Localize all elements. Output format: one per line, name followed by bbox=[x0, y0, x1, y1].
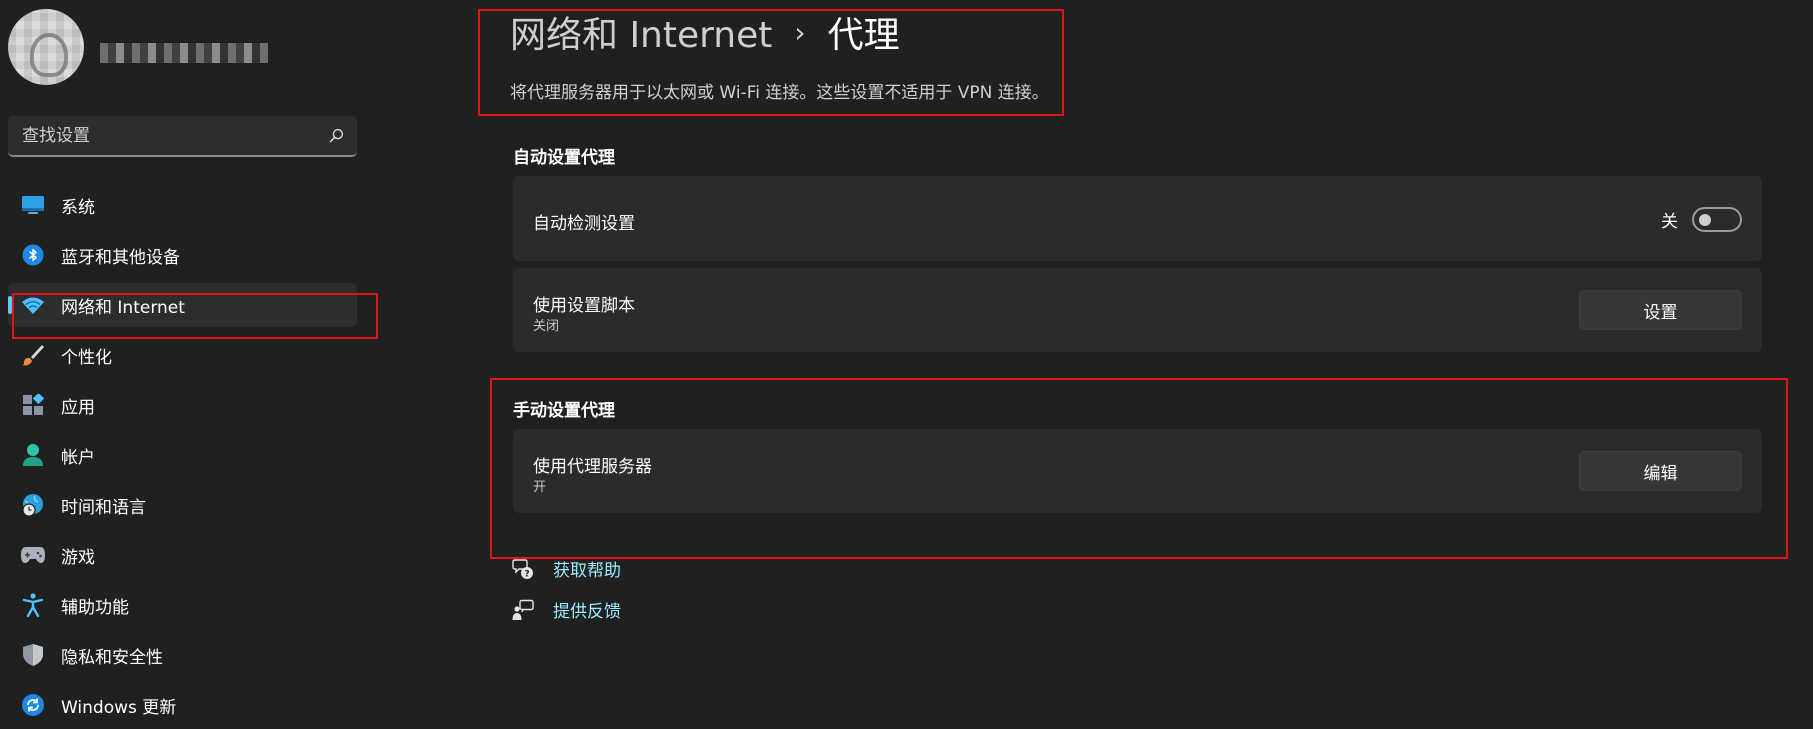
breadcrumb: 网络和 Internet › 代理 bbox=[510, 8, 1049, 56]
sidebar-item-label: 网络和 Internet bbox=[61, 297, 185, 318]
sidebar-item-bluetooth[interactable]: 蓝牙和其他设备 bbox=[8, 233, 357, 277]
search-box[interactable] bbox=[8, 116, 357, 157]
breadcrumb-separator: › bbox=[794, 15, 806, 49]
help-chat-icon: ? bbox=[512, 558, 534, 580]
sidebar-item-label: 帐户 bbox=[61, 447, 95, 468]
setup-script-button[interactable]: 设置 bbox=[1579, 290, 1742, 330]
sidebar-item-label: Windows 更新 bbox=[61, 697, 177, 718]
update-icon bbox=[20, 692, 46, 718]
globe-clock-icon bbox=[20, 492, 46, 518]
wifi-icon bbox=[20, 292, 46, 318]
auto-detect-label: 自动检测设置 bbox=[533, 214, 635, 234]
sidebar-item-privacy-security[interactable]: 隐私和安全性 bbox=[8, 633, 357, 677]
breadcrumb-parent[interactable]: 网络和 Internet bbox=[510, 6, 772, 58]
sidebar-item-label: 隐私和安全性 bbox=[61, 647, 163, 668]
sidebar-item-accounts[interactable]: 帐户 bbox=[8, 433, 357, 477]
sidebar-item-personalization[interactable]: 个性化 bbox=[8, 333, 357, 377]
search-icon[interactable] bbox=[327, 127, 345, 145]
page-header: 网络和 Internet › 代理 将代理服务器用于以太网或 Wi-Fi 连接。… bbox=[510, 8, 1049, 103]
auto-detect-settings-card: 自动检测设置 关 bbox=[513, 176, 1762, 261]
sidebar-item-label: 系统 bbox=[61, 197, 95, 218]
sidebar-item-system[interactable]: 系统 bbox=[8, 183, 357, 227]
section-title-auto-proxy: 自动设置代理 bbox=[513, 148, 615, 168]
brush-icon bbox=[20, 342, 46, 368]
get-help-link-row[interactable]: ? 获取帮助 bbox=[512, 556, 621, 581]
sidebar-item-label: 辅助功能 bbox=[61, 597, 129, 618]
accessibility-icon bbox=[20, 592, 46, 618]
apps-icon bbox=[20, 392, 46, 418]
feedback-link[interactable]: 提供反馈 bbox=[553, 597, 621, 622]
sidebar-item-accessibility[interactable]: 辅助功能 bbox=[8, 583, 357, 627]
auto-detect-toggle[interactable] bbox=[1692, 207, 1742, 232]
toggle-state-label: 关 bbox=[1661, 212, 1678, 232]
sidebar-nav: 系统 蓝牙和其他设备 网络和 Internet 个性化 应用 帐户 时间和语言 … bbox=[8, 183, 357, 729]
sidebar-item-gaming[interactable]: 游戏 bbox=[8, 533, 357, 577]
sidebar-item-windows-update[interactable]: Windows 更新 bbox=[8, 683, 357, 727]
setup-script-status: 关闭 bbox=[533, 319, 560, 334]
setup-script-label: 使用设置脚本 bbox=[533, 296, 635, 316]
account-icon bbox=[20, 442, 46, 468]
setup-script-card: 使用设置脚本 关闭 设置 bbox=[513, 268, 1762, 352]
section-title-manual-proxy: 手动设置代理 bbox=[513, 401, 615, 421]
sidebar-item-label: 时间和语言 bbox=[61, 497, 146, 518]
page-title: 代理 bbox=[827, 15, 900, 56]
sidebar-item-time-language[interactable]: 时间和语言 bbox=[8, 483, 357, 527]
sidebar-item-label: 蓝牙和其他设备 bbox=[61, 247, 180, 268]
sidebar-item-network[interactable]: 网络和 Internet bbox=[8, 283, 357, 327]
toggle-knob bbox=[1699, 214, 1711, 226]
sidebar-item-label: 个性化 bbox=[61, 347, 112, 368]
settings-window: 系统 蓝牙和其他设备 网络和 Internet 个性化 应用 bbox=[0, 0, 1813, 729]
system-display-icon bbox=[20, 192, 46, 218]
gamepad-icon bbox=[20, 542, 46, 568]
proxy-server-card: 使用代理服务器 开 编辑 bbox=[513, 429, 1762, 513]
sidebar-item-label: 应用 bbox=[61, 397, 95, 418]
feedback-icon bbox=[512, 599, 534, 621]
user-name-redacted bbox=[100, 37, 268, 69]
edit-proxy-button[interactable]: 编辑 bbox=[1579, 451, 1742, 491]
sidebar-item-apps[interactable]: 应用 bbox=[8, 383, 357, 427]
feedback-link-row[interactable]: 提供反馈 bbox=[512, 597, 621, 622]
bluetooth-icon bbox=[20, 242, 46, 268]
auto-detect-toggle-group: 关 bbox=[1661, 207, 1742, 232]
search-input[interactable] bbox=[20, 124, 327, 147]
avatar bbox=[8, 9, 84, 85]
svg-text:?: ? bbox=[524, 569, 529, 579]
shield-icon bbox=[20, 642, 46, 668]
proxy-server-status: 开 bbox=[533, 480, 547, 495]
sidebar-item-label: 游戏 bbox=[61, 547, 95, 568]
get-help-link[interactable]: 获取帮助 bbox=[553, 556, 621, 581]
page-description: 将代理服务器用于以太网或 Wi-Fi 连接。这些设置不适用于 VPN 连接。 bbox=[510, 83, 1049, 103]
proxy-server-label: 使用代理服务器 bbox=[533, 457, 652, 477]
user-profile[interactable] bbox=[8, 9, 308, 85]
